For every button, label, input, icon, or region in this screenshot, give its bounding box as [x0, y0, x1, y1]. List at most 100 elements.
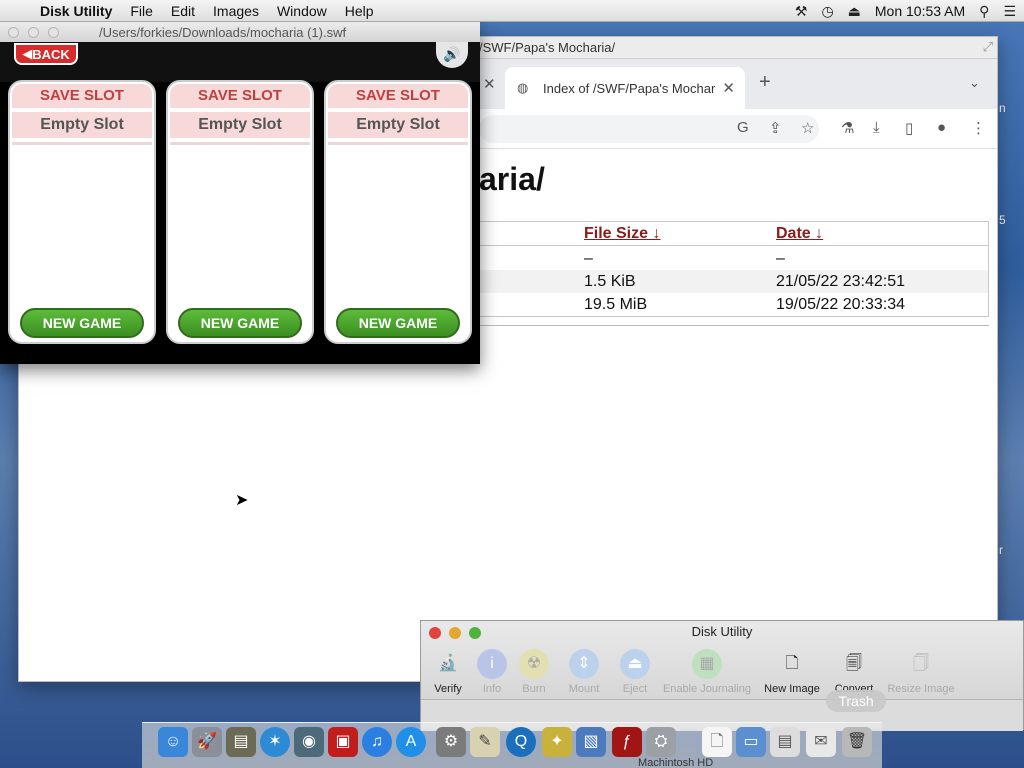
page-title: aria/: [479, 161, 545, 197]
close-tab-icon[interactable]: ✕: [483, 75, 496, 93]
bookmark-star-icon[interactable]: ☆: [801, 119, 814, 137]
document-icon[interactable]: 🗋: [702, 727, 732, 757]
mail-icon[interactable]: ✉: [806, 727, 836, 757]
menu-file[interactable]: File: [130, 3, 153, 19]
photobooth-icon[interactable]: ▣: [328, 727, 358, 757]
mount-icon: ⇕: [569, 649, 599, 679]
quicktime-icon[interactable]: Q: [506, 727, 536, 757]
edge-text: r: [999, 543, 1003, 557]
date-cell: –: [776, 250, 785, 267]
microscope-icon: 🔬: [438, 655, 458, 672]
mouse-cursor-icon: ➤: [235, 492, 249, 509]
menu-help[interactable]: Help: [345, 3, 374, 19]
new-game-button[interactable]: NEW GAME: [336, 308, 460, 338]
resize-image-button[interactable]: 🗍 Resize Image: [883, 649, 959, 695]
edge-text: 5: [999, 213, 1006, 227]
slot-status: Empty Slot: [328, 112, 468, 138]
convert-button[interactable]: 🗐 Convert: [829, 649, 879, 695]
spotlight-search-icon[interactable]: ⚲: [979, 3, 989, 20]
save-slot-3: SAVE SLOT Empty Slot NEW GAME: [324, 80, 472, 344]
photo-icon[interactable]: ▤: [226, 727, 256, 757]
verify-button[interactable]: 🔬 Verify: [429, 649, 467, 695]
sort-date-link[interactable]: Date ↓: [776, 225, 823, 243]
download-icon[interactable]: ⤓: [873, 119, 880, 136]
eject-button[interactable]: ⏏ Eject: [617, 649, 653, 695]
virtualbox-icon[interactable]: ▧: [576, 727, 606, 757]
disk-utility-icon[interactable]: ⛭: [646, 727, 676, 757]
extension-icon[interactable]: ⚗: [841, 119, 854, 137]
new-game-button[interactable]: NEW GAME: [20, 308, 144, 338]
share-icon[interactable]: ⇪: [769, 119, 782, 137]
dock-tooltip: Trash: [826, 690, 886, 712]
burn-icon: ☢: [519, 649, 549, 679]
menu-edit[interactable]: Edit: [171, 3, 195, 19]
flash-player-window: /Users/forkies/Downloads/mocharia (1).sw…: [0, 22, 480, 364]
tab-index[interactable]: ◍ Index of /SWF/Papa's Mochar ✕: [505, 67, 745, 109]
burn-button[interactable]: ☢ Burn: [515, 649, 553, 695]
journal-icon: ▦: [692, 649, 722, 679]
file-size-cell: 1.5 KiB: [584, 273, 636, 290]
sort-file-size-link[interactable]: File Size ↓: [584, 225, 660, 243]
trash-icon[interactable]: 🗑: [842, 727, 872, 757]
close-tab-icon[interactable]: ✕: [722, 79, 735, 97]
new-image-button[interactable]: 🗋 New Image: [761, 649, 823, 695]
flash-title-bar: /Users/forkies/Downloads/mocharia (1).sw…: [0, 22, 480, 42]
table-header: File Size ↓ Date ↓: [480, 222, 988, 246]
script-editor-icon[interactable]: ✎: [470, 727, 500, 757]
status-icon-wrench[interactable]: ⚒: [795, 3, 808, 20]
flash-window-title: /Users/forkies/Downloads/mocharia (1).sw…: [99, 25, 347, 40]
launchpad-icon[interactable]: 🚀: [192, 727, 222, 757]
save-slot-header: SAVE SLOT: [170, 84, 310, 108]
eject-menu-icon[interactable]: ⏏: [848, 3, 861, 20]
zoom-window-button[interactable]: [48, 27, 59, 38]
more-menu-icon[interactable]: ⋮: [971, 119, 986, 137]
appstore-icon[interactable]: A: [396, 727, 426, 757]
close-window-button[interactable]: [8, 27, 19, 38]
preview-icon[interactable]: ▤: [770, 727, 800, 757]
finder-icon[interactable]: ☺: [158, 727, 188, 757]
file-listing-table: File Size ↓ Date ↓ – – 1.5 KiB 21/05/22 …: [479, 221, 989, 317]
enable-journaling-button[interactable]: ▦ Enable Journaling: [659, 649, 755, 695]
automator-icon[interactable]: ✦: [542, 727, 572, 757]
menu-clock[interactable]: Mon 10:53 AM: [875, 3, 965, 19]
flash-icon[interactable]: ƒ: [612, 727, 642, 757]
browser-title: /SWF/Papa's Mocharia/: [479, 40, 616, 55]
menu-images[interactable]: Images: [213, 3, 259, 19]
save-slot-header: SAVE SLOT: [328, 84, 468, 108]
new-game-button[interactable]: NEW GAME: [178, 308, 302, 338]
info-button[interactable]: i Info: [473, 649, 511, 695]
slot-divider: [328, 142, 468, 145]
divider: [479, 325, 989, 326]
mount-button[interactable]: ⇕ Mount: [563, 649, 605, 695]
new-tab-button[interactable]: +: [759, 71, 771, 94]
date-cell: 21/05/22 23:42:51: [776, 273, 906, 290]
side-panel-icon[interactable]: ▯: [905, 119, 913, 137]
resize-image-icon: 🗍: [913, 655, 929, 672]
convert-icon: 🗐: [846, 655, 862, 672]
notification-center-icon[interactable]: ☰: [1003, 3, 1016, 20]
facetime-icon[interactable]: ◉: [294, 727, 324, 757]
itunes-icon[interactable]: ♫: [362, 727, 392, 757]
disk-utility-title: Disk Utility: [691, 624, 753, 639]
google-icon[interactable]: G: [737, 119, 749, 136]
disk-utility-window: Disk Utility 🔬 Verify i Info ☢ Burn ⇕ Mo…: [420, 620, 1024, 731]
fullscreen-icon[interactable]: ⤢: [983, 39, 993, 55]
address-bar[interactable]: [479, 115, 819, 143]
dock-faded-label: Machintosh HD: [638, 757, 714, 768]
date-cell: 19/05/22 20:33:34: [776, 296, 906, 313]
menu-window[interactable]: Window: [277, 3, 327, 19]
file-size-cell: –: [584, 250, 593, 267]
system-preferences-icon[interactable]: ⚙: [436, 727, 466, 757]
save-slot-header: SAVE SLOT: [12, 84, 152, 108]
back-button[interactable]: ◀ BACK: [14, 43, 78, 65]
menu-app-name[interactable]: Disk Utility: [40, 3, 112, 19]
profile-icon[interactable]: ●: [937, 119, 946, 136]
table-row: 1.5 KiB 21/05/22 23:42:51: [480, 270, 988, 293]
chevron-down-icon[interactable]: ⌄: [969, 75, 980, 91]
screenshot-icon[interactable]: ▭: [736, 727, 766, 757]
safari-icon[interactable]: ✶: [260, 727, 290, 757]
slot-status: Empty Slot: [170, 112, 310, 138]
minimize-window-button[interactable]: [28, 27, 39, 38]
menu-bar: Disk Utility File Edit Images Window Hel…: [0, 0, 1024, 22]
time-machine-icon[interactable]: ◷: [821, 3, 833, 20]
